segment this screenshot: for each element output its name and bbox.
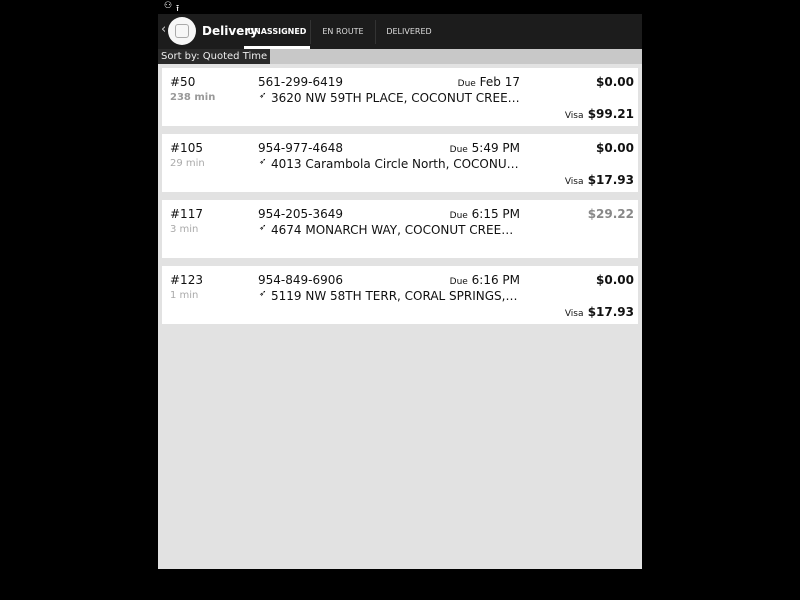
payment-method: Visa <box>564 111 584 121</box>
tab-delivered[interactable]: DELIVERED <box>376 14 442 49</box>
app-logo-icon[interactable] <box>168 17 196 45</box>
phone-number: 954-849-6906 <box>258 273 344 287</box>
due-time: Due Feb 17 <box>458 75 520 89</box>
address: 4013 Carambola Circle North, COCONUT CR.… <box>271 157 521 171</box>
elapsed-time: 3 min <box>170 224 199 235</box>
due-time: Due 6:16 PM <box>450 273 520 287</box>
location-pin-icon: ➶ <box>259 223 267 233</box>
elapsed-time: 1 min <box>170 290 199 301</box>
order-amount: $0.00 <box>596 273 634 287</box>
tab-en-route[interactable]: EN ROUTE <box>311 14 375 49</box>
action-bar: ‹ Delivery UNASSIGNED EN ROUTE DELIVERED <box>158 14 642 49</box>
order-number: #117 <box>170 207 203 221</box>
chevron-left-icon[interactable]: ‹ <box>161 23 166 37</box>
status-bar: ⚇ ⭱ <box>158 0 642 14</box>
phone-number: 954-977-4648 <box>258 141 344 155</box>
payment-info: Visa $99.21 <box>565 107 634 121</box>
tab-unassigned[interactable]: UNASSIGNED <box>244 14 310 49</box>
order-card[interactable]: #123 1 min 954-849-6906 ➶ 5119 NW 58TH T… <box>162 266 638 324</box>
payment-amount: $99.21 <box>587 107 634 121</box>
elapsed-time: 238 min <box>170 92 216 103</box>
order-number: #123 <box>170 273 203 287</box>
address: 5119 NW 58TH TERR, CORAL SPRINGS, FL <box>271 289 521 303</box>
elapsed-time: 29 min <box>170 158 205 169</box>
due-label: Due <box>449 211 468 221</box>
phone-number: 954-205-3649 <box>258 207 344 221</box>
payment-info: Visa $17.93 <box>565 173 634 187</box>
order-amount: $29.22 <box>587 207 634 221</box>
payment-method: Visa <box>564 177 584 187</box>
payment-info: Visa $17.93 <box>565 305 634 319</box>
due-time: Due 5:49 PM <box>450 141 520 155</box>
order-amount: $0.00 <box>596 75 634 89</box>
due-label: Due <box>449 145 468 155</box>
order-card[interactable]: #117 3 min 954-205-3649 ➶ 4674 MONARCH W… <box>162 200 638 258</box>
sort-bar: Sort by: Quoted Time <box>158 49 642 64</box>
order-amount: $0.00 <box>596 141 634 155</box>
due-time: Due 6:15 PM <box>450 207 520 221</box>
due-value: 6:15 PM <box>471 207 520 221</box>
payment-method: Visa <box>564 309 584 319</box>
due-value: 6:16 PM <box>471 273 520 287</box>
due-label: Due <box>457 79 476 89</box>
payment-amount: $17.93 <box>587 305 634 319</box>
sort-selector[interactable]: Sort by: Quoted Time <box>158 49 271 64</box>
network-icon: ⚇ <box>164 1 173 11</box>
payment-amount: $17.93 <box>587 173 634 187</box>
address: 3620 NW 59TH PLACE, COCONUT CREEK, FL <box>271 91 521 105</box>
order-number: #50 <box>170 75 196 89</box>
location-pin-icon: ➶ <box>259 91 267 101</box>
order-card[interactable]: #105 29 min 954-977-4648 ➶ 4013 Carambol… <box>162 134 638 192</box>
due-label: Due <box>449 277 468 287</box>
app-window: ‹ Delivery UNASSIGNED EN ROUTE DELIVERED… <box>158 14 642 569</box>
due-value: 5:49 PM <box>471 141 520 155</box>
location-pin-icon: ➶ <box>259 157 267 167</box>
address: 4674 MONARCH WAY, COCONUT CREEK, FL <box>271 223 521 237</box>
order-number: #105 <box>170 141 203 155</box>
phone-number: 561-299-6419 <box>258 75 344 89</box>
due-value: Feb 17 <box>479 75 520 89</box>
location-pin-icon: ➶ <box>259 289 267 299</box>
order-card[interactable]: #50 238 min 561-299-6419 ➶ 3620 NW 59TH … <box>162 68 638 126</box>
